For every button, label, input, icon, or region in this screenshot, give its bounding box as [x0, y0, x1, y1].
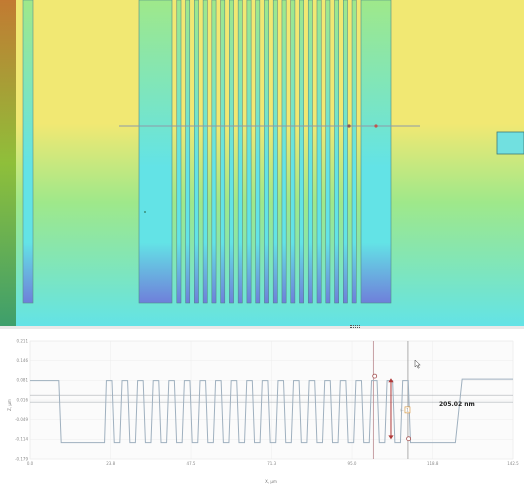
grating-bar [264, 0, 269, 304]
scan-marker-2[interactable] [374, 124, 378, 128]
y-tick-label: 0.146 [17, 358, 29, 363]
scan-marker-1[interactable] [347, 124, 351, 128]
grating-bar [176, 0, 182, 304]
x-tick-label: 71.3 [267, 461, 276, 466]
x-tick-label: 118.8 [427, 461, 439, 466]
grating-bar [307, 0, 313, 304]
measurement-value: 205.02 nm [439, 401, 475, 408]
x-tick-label: 0.0 [27, 461, 34, 466]
y-tick-labels: 0.2110.1460.0810.016-0.049-0.114-0.179 [15, 338, 28, 461]
profile-chart[interactable]: 0.2110.1460.0810.016-0.049-0.114-0.179 0… [0, 329, 524, 484]
side-pad [496, 131, 524, 155]
grating-bar [343, 0, 348, 304]
y-axis-label: Z, μm [7, 399, 12, 411]
y-tick-label: 0.081 [17, 378, 29, 383]
grating-bar [255, 0, 261, 304]
x-tick-labels: 0.0 23.8 47.5 71.3 95.0 118.8 142.5 [27, 461, 519, 466]
grating-bar [220, 0, 226, 304]
trench-block-left [138, 0, 173, 304]
profile-marker[interactable] [372, 373, 378, 379]
grating-bar [281, 0, 287, 304]
y-tick-label: -0.114 [15, 437, 28, 442]
grating-bar [246, 0, 252, 304]
y-tick-label: 0.211 [17, 338, 29, 343]
grating-bar [194, 0, 199, 304]
grating-bar [290, 0, 296, 304]
grating-bar [351, 0, 357, 304]
x-tick-label: 47.5 [187, 461, 196, 466]
trench-block-right [360, 0, 392, 304]
x-tick-label: 23.8 [106, 461, 115, 466]
x-axis-label: X, μm [265, 479, 277, 484]
grating-bar [334, 0, 339, 304]
profile-marker[interactable] [406, 436, 412, 442]
ruler-icon: ⊢ [400, 408, 404, 413]
measurement-index: 1 [406, 407, 409, 412]
height-map-view[interactable] [0, 0, 524, 326]
grating-bar [237, 0, 243, 304]
resize-grip-icon[interactable] [350, 325, 360, 328]
grating-bar [316, 0, 322, 304]
grating-bar [185, 0, 191, 304]
grating-bar [272, 0, 278, 304]
grating-bar [211, 0, 217, 304]
grating-bar [325, 0, 331, 304]
y-tick-label: -0.049 [15, 417, 28, 422]
x-tick-label: 95.0 [348, 461, 357, 466]
grating-bar [229, 0, 234, 304]
surface-artifact-dot [144, 211, 146, 213]
left-trench [22, 0, 34, 304]
y-tick-label: 0.016 [17, 397, 29, 402]
grating-bar [299, 0, 304, 304]
grating-bars [176, 0, 357, 304]
x-tick-label: 142.5 [507, 461, 519, 466]
grating-bar [202, 0, 208, 304]
height-map-background [0, 0, 524, 326]
left-edge-strip [0, 0, 16, 326]
